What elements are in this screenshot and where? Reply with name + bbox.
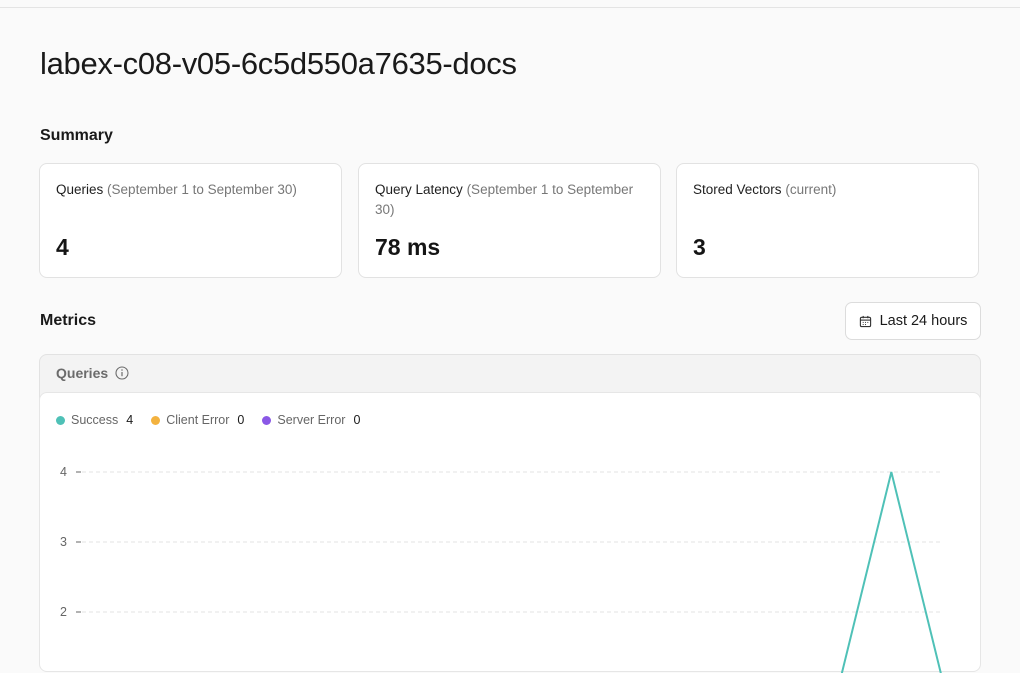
- queries-metric-panel: Queries Success 4 Client Error 0 Server …: [39, 354, 981, 673]
- time-range-button[interactable]: Last 24 hours: [845, 302, 981, 340]
- summary-heading: Summary: [40, 127, 113, 144]
- info-icon[interactable]: [115, 366, 129, 380]
- card-value: 78 ms: [375, 234, 441, 260]
- card-label: Queries (September 1 to September 30): [56, 182, 297, 197]
- y-tick-label: 3: [60, 535, 67, 549]
- calendar-icon: [859, 315, 871, 327]
- card-value: 4: [56, 234, 69, 260]
- card-label: Stored Vectors (current): [693, 182, 837, 197]
- series-line-success: [840, 471, 942, 673]
- stored-vectors-summary-card: Stored Vectors (current) 3: [676, 163, 979, 278]
- time-range-label: Last 24 hours: [879, 313, 968, 329]
- top-bar: [0, 0, 1020, 8]
- chart-area: Success 4 Client Error 0 Server Error 0 …: [39, 392, 981, 673]
- y-tick-label: 2: [60, 605, 67, 619]
- metrics-heading: Metrics: [40, 312, 97, 329]
- card-label: Query Latency (September 1 to September …: [375, 182, 634, 217]
- y-tick-label: 4: [60, 465, 67, 479]
- panel-header: Queries: [56, 365, 129, 381]
- page-title: labex-c08-v05-6c5d550a7635-docs: [40, 46, 517, 81]
- card-value: 3: [693, 234, 706, 260]
- latency-summary-card: Query Latency (September 1 to September …: [358, 163, 661, 278]
- panel-title: Queries: [56, 365, 109, 381]
- queries-line-chart: 4 3 2: [60, 465, 943, 673]
- queries-summary-card: Queries (September 1 to September 30) 4: [39, 163, 342, 278]
